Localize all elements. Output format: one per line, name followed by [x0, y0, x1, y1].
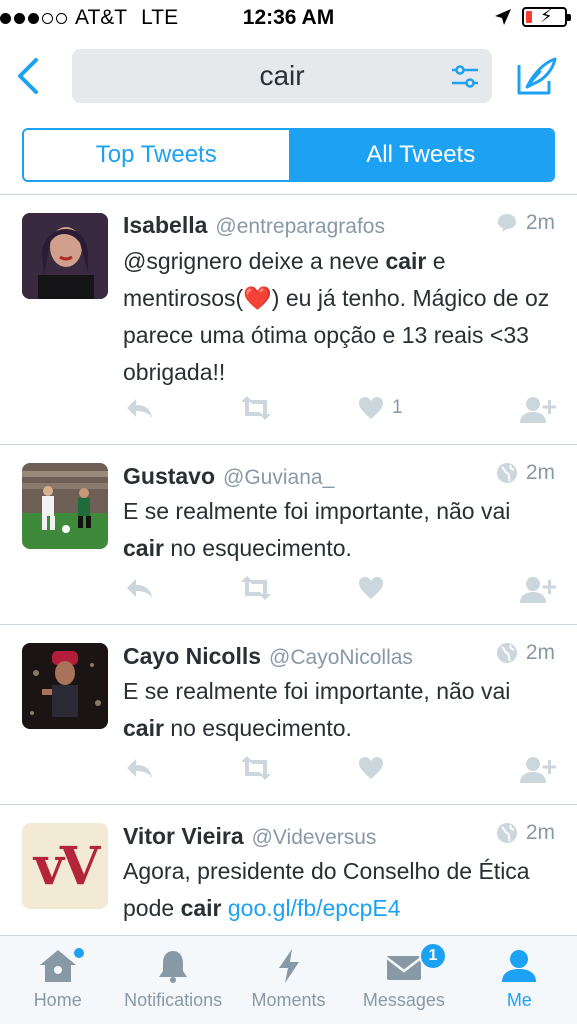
bell-icon: [159, 951, 188, 983]
retweet-button[interactable]: [238, 576, 274, 600]
search-nav-bar: cair: [0, 38, 577, 118]
tab-top-tweets[interactable]: Top Tweets: [24, 130, 289, 180]
tweet-actions: [0, 562, 577, 624]
tab-me[interactable]: Me: [462, 936, 577, 1024]
search-results-segmented-control: Top Tweets All Tweets: [22, 128, 555, 182]
tweet-author-name[interactable]: Isabella: [123, 212, 207, 239]
globe-icon: [496, 823, 517, 843]
tweet-timestamp: 2m: [525, 641, 555, 664]
retweet-button[interactable]: [238, 756, 274, 780]
tweet-author-name[interactable]: Cayo Nicolls: [123, 643, 261, 670]
retweet-icon: [241, 576, 271, 600]
search-query: cair: [259, 60, 305, 91]
tweet-text: Agora, presidente do Conselho de Ética p…: [123, 858, 530, 921]
avatar-logo-text: vV: [33, 835, 101, 897]
reply-icon: [127, 579, 152, 598]
tab-messages-label: Messages: [362, 990, 445, 1010]
tweet-timestamp: 2m: [525, 211, 555, 234]
like-button[interactable]: 1: [358, 396, 403, 420]
heart-icon: [359, 577, 383, 599]
heart-icon: [359, 397, 383, 419]
avatar[interactable]: vV: [22, 823, 108, 909]
heart-emoji: ❤️: [243, 285, 272, 311]
person-icon: [502, 950, 537, 982]
follow-button[interactable]: [520, 576, 556, 604]
status-bar: AT&T LTE 12:36 AM ⚡: [0, 0, 577, 38]
battery-icon: ⚡: [522, 6, 571, 27]
heart-icon: [359, 757, 383, 779]
back-chevron-icon[interactable]: [12, 56, 48, 96]
tweet-text: E se realmente foi importante, não vai c…: [123, 678, 511, 741]
tweet[interactable]: Gustavo @Guviana_ 2m E se realmente foi …: [0, 445, 577, 625]
add-user-icon: [520, 577, 556, 603]
like-button[interactable]: [358, 576, 384, 600]
retweet-icon: [241, 396, 271, 420]
reply-bubble-icon: [497, 214, 516, 232]
tab-moments-label: Moments: [251, 990, 326, 1010]
tweet-text: E se realmente foi importante, não vai c…: [123, 498, 511, 561]
status-right: ⚡: [494, 6, 571, 27]
tab-all-tweets[interactable]: All Tweets: [288, 130, 553, 180]
globe-icon: [496, 643, 517, 663]
location-arrow-icon: [495, 9, 511, 25]
tweet-actions: 1: [0, 382, 577, 444]
avatar[interactable]: [22, 643, 108, 729]
like-count: 1: [392, 397, 403, 418]
avatar[interactable]: [22, 463, 108, 549]
tab-notifications[interactable]: Notifications: [115, 936, 230, 1024]
tweet-author-handle[interactable]: @Guviana_: [223, 466, 496, 490]
retweet-button[interactable]: [238, 396, 274, 420]
messages-unread-badge: 1: [418, 942, 447, 970]
like-button[interactable]: [358, 756, 384, 780]
tweet-text: @sgrignero deixe a neve cair e mentiroso…: [123, 248, 550, 385]
reply-icon: [127, 399, 152, 418]
globe-icon: [496, 463, 517, 483]
envelope-icon: [386, 956, 422, 980]
tab-me-label: Me: [506, 990, 532, 1010]
reply-button[interactable]: [124, 396, 154, 420]
tweet-actions: [0, 742, 577, 804]
tweet[interactable]: Isabella @entreparagrafos 2m @sgrignero …: [0, 195, 577, 445]
tweet[interactable]: Cayo Nicolls @CayoNicollas 2m E se realm…: [0, 625, 577, 805]
status-time: 12:36 AM: [242, 6, 335, 29]
filter-sliders-icon[interactable]: [450, 63, 480, 91]
tweet-author-handle[interactable]: @entreparagrafos: [215, 215, 495, 239]
follow-button[interactable]: [520, 756, 556, 784]
add-user-icon: [520, 757, 556, 783]
reply-icon: [127, 759, 152, 778]
tab-messages[interactable]: 1 Messages: [346, 936, 461, 1024]
bottom-tab-bar: Home Notifications Moments 1 Messages Me: [0, 935, 577, 1024]
tweet-timestamp: 2m: [525, 821, 555, 844]
retweet-icon: [241, 756, 271, 780]
follow-button[interactable]: [520, 396, 556, 424]
reply-button[interactable]: [124, 756, 154, 780]
search-input[interactable]: cair: [72, 49, 492, 103]
home-unread-dot: [73, 948, 84, 958]
tweet-timeline: Isabella @entreparagrafos 2m @sgrignero …: [0, 195, 577, 935]
tweet-timestamp: 2m: [525, 461, 555, 484]
tab-home-label: Home: [33, 990, 82, 1010]
avatar[interactable]: [22, 213, 108, 299]
tweet-author-name[interactable]: Vitor Vieira: [123, 823, 244, 850]
tweet-author-handle[interactable]: @Videversus: [252, 826, 496, 850]
home-icon: [39, 950, 76, 982]
tweet-author-name[interactable]: Gustavo: [123, 463, 215, 490]
tab-moments[interactable]: Moments: [231, 936, 346, 1024]
tweet-author-handle[interactable]: @CayoNicollas: [269, 646, 496, 670]
tweet-link[interactable]: goo.gl/fb/epcpE4: [228, 895, 401, 921]
tweet[interactable]: vV Vitor Vieira @Videversus 2m Agora, pr…: [0, 805, 577, 935]
tab-notifications-label: Notifications: [124, 990, 223, 1010]
lightning-icon: [278, 949, 299, 983]
compose-tweet-icon[interactable]: [515, 55, 559, 97]
tab-home[interactable]: Home: [0, 936, 115, 1024]
reply-button[interactable]: [124, 576, 154, 600]
add-user-icon: [520, 397, 556, 423]
